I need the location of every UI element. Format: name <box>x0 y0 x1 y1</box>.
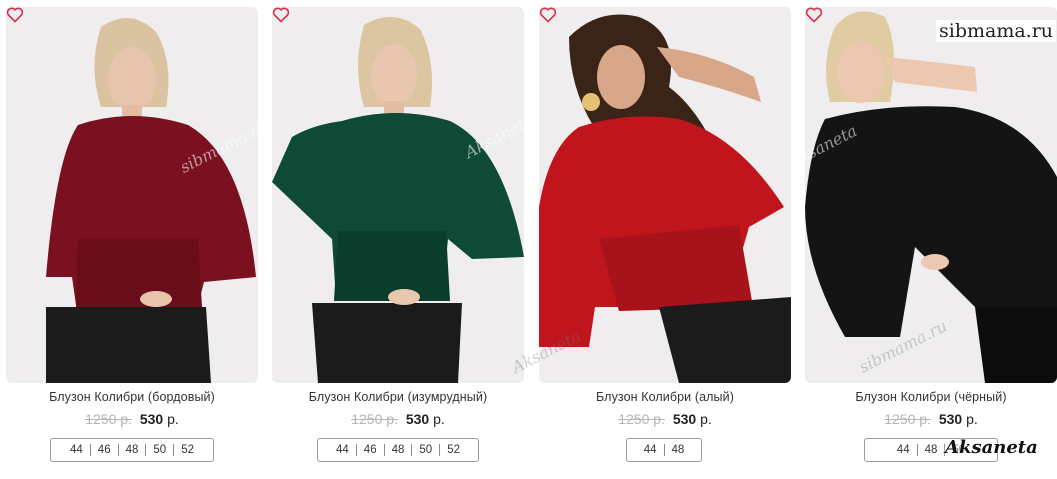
size-option[interactable]: 46 <box>91 444 118 456</box>
sale-price: 530 <box>405 411 430 427</box>
currency: р. <box>966 411 978 427</box>
heart-icon[interactable] <box>272 7 290 23</box>
heart-icon[interactable] <box>805 7 823 23</box>
product-title[interactable]: Блузон Колибри (чёрный) <box>805 390 1057 404</box>
product-price: 1250 р. 530 р. <box>272 411 524 427</box>
site-watermark: sibmama.ru <box>936 20 1057 42</box>
product-price: 1250 р. 530 р. <box>6 411 258 427</box>
old-price: 1250 р. <box>884 411 931 427</box>
currency: р. <box>433 411 445 427</box>
size-option[interactable]: 48 <box>119 444 146 456</box>
old-price: 1250 р. <box>351 411 398 427</box>
product-photo[interactable]: sibmama.ru <box>6 7 258 383</box>
author-watermark: Aksaneta <box>945 437 1038 458</box>
size-option[interactable]: 44 <box>637 444 664 456</box>
size-selector: 44 48 <box>626 438 702 462</box>
size-option[interactable]: 52 <box>174 444 201 456</box>
product-card[interactable]: Aksaneta Блузон Колибри (изумрудный) 125… <box>272 7 524 467</box>
old-price: 1250 р. <box>85 411 132 427</box>
sale-price: 530 <box>672 411 697 427</box>
size-option[interactable]: 44 <box>63 444 90 456</box>
size-selector: 44 46 48 50 52 <box>50 438 214 462</box>
size-selector: 44 46 48 50 52 <box>317 438 479 462</box>
product-price: 1250 р. 530 р. <box>539 411 791 427</box>
product-price: 1250 р. 530 р. <box>805 411 1057 427</box>
currency: р. <box>700 411 712 427</box>
product-card[interactable]: Aksaneta Блузон Колибри (алый) 1250 р. 5… <box>509 7 791 467</box>
size-option[interactable]: 50 <box>412 444 439 456</box>
size-option[interactable]: 44 <box>890 444 917 456</box>
size-option[interactable]: 48 <box>665 444 692 456</box>
product-title[interactable]: Блузон Колибри (алый) <box>539 390 791 404</box>
sale-price: 530 <box>938 411 963 427</box>
heart-icon[interactable] <box>539 7 557 23</box>
size-option[interactable]: 50 <box>146 444 173 456</box>
product-photo[interactable] <box>539 7 791 383</box>
product-card[interactable]: sibmama.ru Блузон Колибри (бордовый) 125… <box>6 7 258 467</box>
size-option[interactable]: 48 <box>385 444 412 456</box>
size-option[interactable]: 44 <box>329 444 356 456</box>
size-option[interactable]: 48 <box>918 444 945 456</box>
sale-price: 530 <box>139 411 164 427</box>
product-title[interactable]: Блузон Колибри (изумрудный) <box>272 390 524 404</box>
product-card[interactable]: Aksaneta sibmama.ru Блузон Колибри (чёрн… <box>805 7 1057 467</box>
old-price: 1250 р. <box>618 411 665 427</box>
product-title[interactable]: Блузон Колибри (бордовый) <box>6 390 258 404</box>
product-photo[interactable]: Aksaneta <box>272 7 524 383</box>
size-option[interactable]: 46 <box>357 444 384 456</box>
size-option[interactable]: 52 <box>440 444 467 456</box>
currency: р. <box>167 411 179 427</box>
heart-icon[interactable] <box>6 7 24 23</box>
